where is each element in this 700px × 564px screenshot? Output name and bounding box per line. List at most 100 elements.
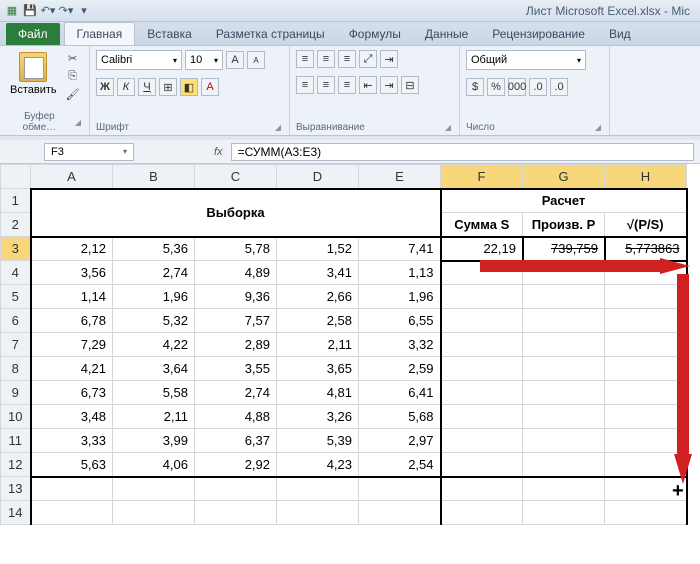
select-all-corner[interactable] (1, 165, 31, 189)
font-size-combo[interactable]: 10▾ (185, 50, 223, 70)
cell[interactable] (523, 429, 605, 453)
cell[interactable] (359, 501, 441, 525)
font-color-button[interactable]: A (201, 78, 219, 96)
cell[interactable]: 3,41 (277, 261, 359, 285)
col-header[interactable]: B (113, 165, 195, 189)
fill-color-button[interactable]: ◧ (180, 78, 198, 96)
decrease-font-icon[interactable]: A (247, 51, 265, 69)
cell[interactable]: 4,21 (31, 357, 113, 381)
cell[interactable]: 4,06 (113, 453, 195, 477)
cell[interactable] (523, 333, 605, 357)
bold-button[interactable]: Ж (96, 78, 114, 96)
cell[interactable]: 6,37 (195, 429, 277, 453)
cell[interactable]: 4,88 (195, 405, 277, 429)
paste-button[interactable]: Вставить (6, 50, 61, 109)
clipboard-launcher-icon[interactable]: ◢ (73, 118, 83, 127)
cell[interactable]: 5,39 (277, 429, 359, 453)
cell[interactable]: 3,64 (113, 357, 195, 381)
align-center-icon[interactable]: ≡ (317, 76, 335, 94)
cell[interactable]: 3,56 (31, 261, 113, 285)
cell[interactable]: 6,73 (31, 381, 113, 405)
cell[interactable] (605, 429, 687, 453)
decrease-decimal-icon[interactable]: .0 (550, 78, 568, 96)
cell[interactable]: 3,99 (113, 429, 195, 453)
cell[interactable]: 3,33 (31, 429, 113, 453)
borders-button[interactable]: ⊞ (159, 78, 177, 96)
cell[interactable] (441, 285, 523, 309)
row-header[interactable]: 2 (1, 213, 31, 237)
align-right-icon[interactable]: ≡ (338, 76, 356, 94)
qat-dropdown-icon[interactable]: ▾ (76, 3, 92, 19)
align-left-icon[interactable]: ≡ (296, 76, 314, 94)
underline-button[interactable]: Ч (138, 78, 156, 96)
cell[interactable]: 4,89 (195, 261, 277, 285)
increase-font-icon[interactable]: A (226, 51, 244, 69)
cell[interactable]: 7,29 (31, 333, 113, 357)
cell[interactable] (441, 501, 523, 525)
cell[interactable] (113, 477, 195, 501)
cell[interactable] (605, 381, 687, 405)
formula-input[interactable]: =СУММ(A3:E3) (231, 143, 694, 161)
cell[interactable] (605, 453, 687, 477)
cell[interactable] (523, 285, 605, 309)
cell[interactable] (523, 477, 605, 501)
row-header[interactable]: 12 (1, 453, 31, 477)
cell[interactable] (441, 333, 523, 357)
cell[interactable] (605, 285, 687, 309)
cell[interactable]: 2,66 (277, 285, 359, 309)
cell[interactable]: 2,54 (359, 453, 441, 477)
cell[interactable] (523, 405, 605, 429)
row-header[interactable]: 14 (1, 501, 31, 525)
align-middle-icon[interactable]: ≡ (317, 50, 335, 68)
cut-icon[interactable]: ✂ (65, 50, 81, 66)
merge-icon[interactable]: ⊟ (401, 76, 419, 94)
increase-indent-icon[interactable]: ⇥ (380, 76, 398, 94)
font-launcher-icon[interactable]: ◢ (273, 123, 283, 132)
copy-icon[interactable]: ⎘ (65, 68, 81, 84)
cell[interactable]: 6,55 (359, 309, 441, 333)
cell[interactable]: 7,57 (195, 309, 277, 333)
undo-icon[interactable]: ↶▾ (40, 3, 56, 19)
align-bottom-icon[interactable]: ≡ (338, 50, 356, 68)
cell[interactable]: 1,14 (31, 285, 113, 309)
cell[interactable]: 3,26 (277, 405, 359, 429)
cell[interactable]: 2,11 (113, 405, 195, 429)
row-header[interactable]: 3 (1, 237, 31, 261)
cell[interactable]: 4,22 (113, 333, 195, 357)
row-header[interactable]: 10 (1, 405, 31, 429)
cell[interactable] (523, 309, 605, 333)
cell[interactable]: 2,74 (113, 261, 195, 285)
tab-page-layout[interactable]: Разметка страницы (204, 23, 337, 45)
tab-view[interactable]: Вид (597, 23, 643, 45)
row-header[interactable]: 1 (1, 189, 31, 213)
col-header[interactable]: A (31, 165, 113, 189)
cell[interactable]: 4,23 (277, 453, 359, 477)
align-top-icon[interactable]: ≡ (296, 50, 314, 68)
cell[interactable] (605, 405, 687, 429)
cell[interactable]: 2,59 (359, 357, 441, 381)
save-icon[interactable]: 💾 (22, 3, 38, 19)
cell[interactable] (277, 501, 359, 525)
cell[interactable]: 5,32 (113, 309, 195, 333)
cell[interactable] (441, 357, 523, 381)
cell[interactable]: √(P/S) (605, 213, 687, 237)
tab-file[interactable]: Файл (6, 23, 60, 45)
row-header[interactable]: 11 (1, 429, 31, 453)
col-header[interactable]: F (441, 165, 523, 189)
excel-icon[interactable]: ▦ (4, 3, 20, 19)
cell[interactable] (441, 309, 523, 333)
orientation-icon[interactable]: ⤢ (359, 50, 377, 68)
cell[interactable] (605, 309, 687, 333)
cell[interactable] (523, 381, 605, 405)
cell[interactable] (441, 261, 523, 285)
cell[interactable] (195, 501, 277, 525)
wrap-text-icon[interactable]: ⇥ (380, 50, 398, 68)
cell[interactable] (441, 453, 523, 477)
italic-button[interactable]: К (117, 78, 135, 96)
cell[interactable]: 3,48 (31, 405, 113, 429)
accounting-format-icon[interactable]: $ (466, 78, 484, 96)
cell[interactable] (523, 501, 605, 525)
cell[interactable]: 2,89 (195, 333, 277, 357)
row-header[interactable]: 13 (1, 477, 31, 501)
tab-formulas[interactable]: Формулы (337, 23, 413, 45)
